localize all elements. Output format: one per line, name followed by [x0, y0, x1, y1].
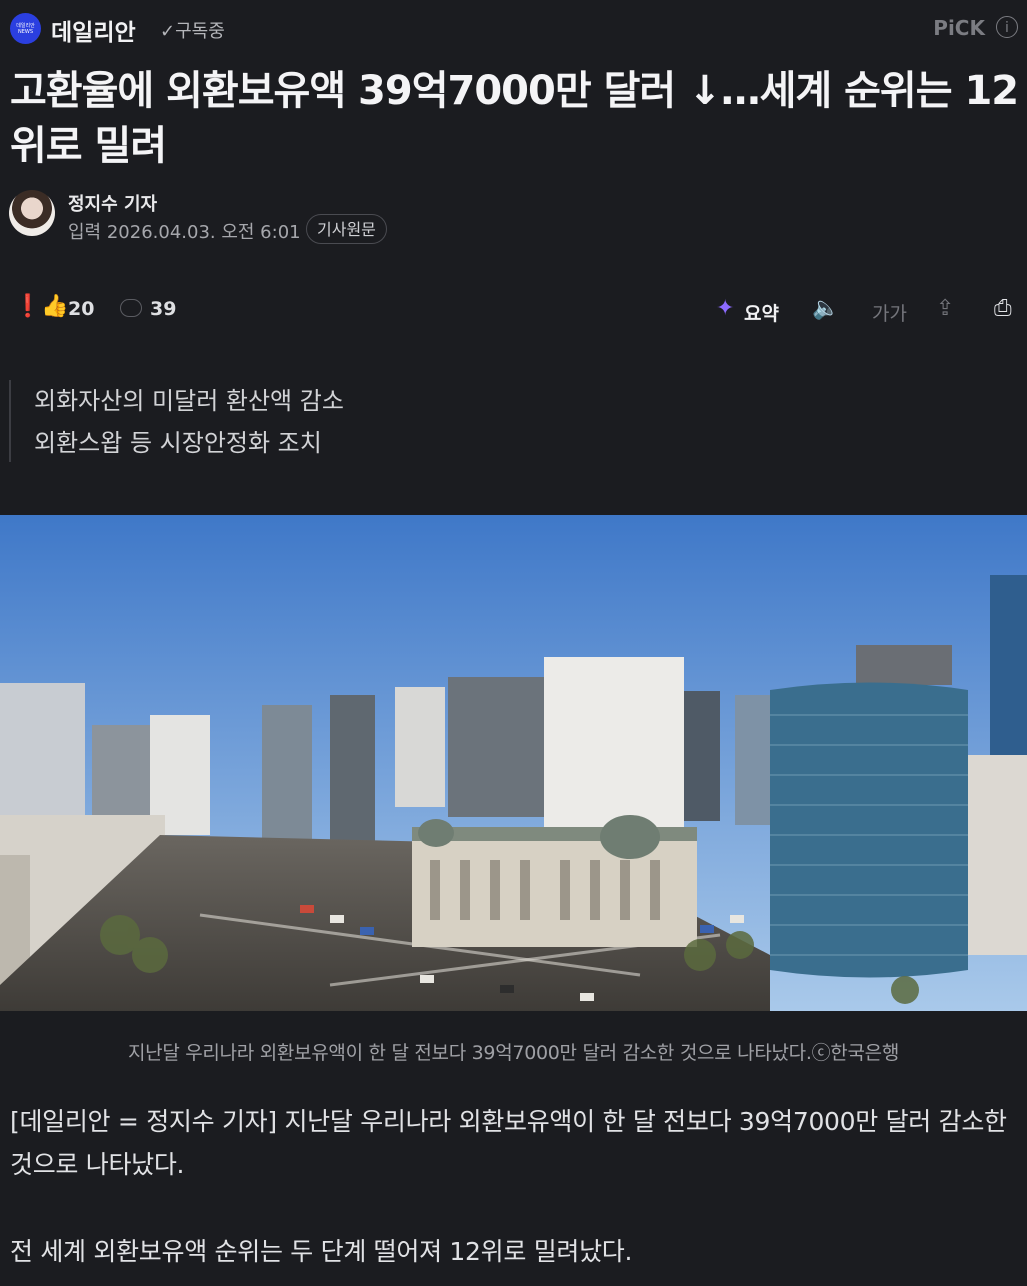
share-icon[interactable]: ⇪	[936, 296, 954, 321]
summary-line: 외화자산의 미달러 환산액 감소	[34, 387, 344, 415]
top-bar: 데일리안 NEWS 데일리안 ✓구독중 PiCK i	[0, 0, 1027, 56]
subscribe-button[interactable]: ✓구독중	[160, 17, 225, 43]
press-logo[interactable]: 데일리안 NEWS	[10, 13, 41, 44]
font-size-icon[interactable]: 가가	[872, 299, 907, 326]
article-paragraph: [데일리안 = 정지수 기자] 지난달 우리나라 외환보유액이 한 달 전보다 …	[10, 1107, 1007, 1179]
speaker-icon[interactable]: 🔈	[812, 296, 839, 321]
article-dateline: 입력 2026.04.03. 오전 6:01	[68, 222, 301, 243]
print-icon[interactable]: ⎙	[994, 296, 1012, 321]
reporter-avatar[interactable]	[9, 190, 55, 236]
article-paragraph: 전 세계 외환보유액 순위는 두 단계 떨어져 12위로 밀려났다.	[10, 1237, 633, 1266]
reaction-count[interactable]: 20	[68, 298, 94, 320]
photo-caption: 지난달 우리나라 외환보유액이 한 달 전보다 39억7000만 달러 감소한 …	[127, 1042, 900, 1064]
summary-button[interactable]: 요약	[744, 299, 779, 326]
article-photo[interactable]	[0, 515, 1027, 1011]
reporter-name[interactable]: 정지수 기자	[68, 190, 157, 216]
pick-badge: PiCK	[933, 16, 985, 40]
comment-icon[interactable]	[120, 299, 142, 317]
info-icon[interactable]: i	[996, 16, 1018, 38]
summary-icon[interactable]: ✦	[716, 296, 734, 321]
article-toolbar: ❗👍 20 39 ✦ 요약 🔈 가가 ⇪ ⎙	[0, 290, 1027, 330]
press-name[interactable]: 데일리안	[51, 13, 136, 47]
city-photo-illustration	[0, 515, 1027, 1011]
article-summary: 외화자산의 미달러 환산액 감소 외환스왑 등 시장안정화 조치	[9, 380, 344, 462]
summary-line: 외환스왑 등 시장안정화 조치	[34, 429, 322, 457]
original-article-button[interactable]: 기사원문	[306, 214, 387, 244]
article-headline: 고환율에 외환보유액 39억7000만 달러 ↓…세계 순위는 12위로 밀려	[10, 68, 1019, 169]
reaction-icon[interactable]: ❗👍	[14, 294, 69, 319]
comment-count[interactable]: 39	[150, 298, 176, 320]
